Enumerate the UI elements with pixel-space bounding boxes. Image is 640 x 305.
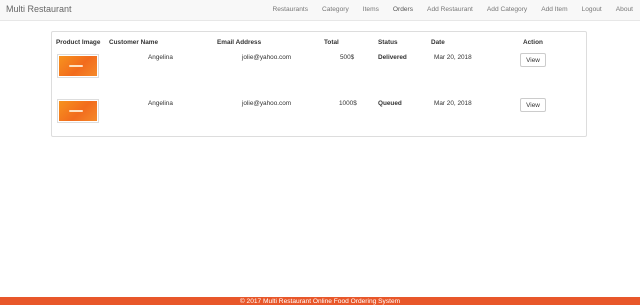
header-customer-name: Customer Name (109, 39, 159, 46)
header-action: Action (523, 39, 543, 46)
nav-menu: Restaurants Category Items Orders Add Re… (265, 0, 640, 20)
order-total: 500$ (340, 54, 355, 61)
brand-link[interactable]: Multi Restaurant (6, 4, 72, 14)
header-status: Status (378, 39, 398, 46)
order-total: 1000$ (339, 100, 357, 107)
customer-name: Angelina (148, 100, 173, 107)
header-email-address: Email Address (217, 39, 262, 46)
order-date: Mar 20, 2018 (434, 54, 472, 61)
email-address: jolie@yahoo.com (242, 54, 292, 61)
nav-item-orders[interactable]: Orders (386, 0, 420, 20)
nav-item-add-restaurant[interactable]: Add Restaurant (420, 0, 480, 20)
nav-item-add-item[interactable]: Add Item (534, 0, 574, 20)
nav-item-about[interactable]: About (609, 0, 640, 20)
food-banner-image (59, 56, 97, 76)
view-button[interactable]: View (520, 53, 546, 67)
nav-item-logout[interactable]: Logout (575, 0, 609, 20)
nav-item-category[interactable]: Category (315, 0, 356, 20)
product-image (57, 99, 99, 123)
header-product-image: Product Image (56, 39, 101, 46)
footer: © 2017 Multi Restaurant Online Food Orde… (0, 297, 640, 305)
order-status: Delivered (378, 54, 407, 61)
nav-item-items[interactable]: Items (356, 0, 386, 20)
order-status: Queued (378, 100, 402, 107)
email-address: jolie@yahoo.com (242, 100, 292, 107)
navbar: Multi Restaurant Restaurants Category It… (0, 0, 640, 21)
header-date: Date (431, 39, 445, 46)
header-total: Total (324, 39, 339, 46)
nav-item-restaurants[interactable]: Restaurants (265, 0, 315, 20)
food-banner-image (59, 101, 97, 121)
nav-item-add-category[interactable]: Add Category (480, 0, 534, 20)
customer-name: Angelina (148, 54, 173, 61)
orders-table-panel: Product Image Customer Name Email Addres… (51, 31, 587, 137)
product-image (57, 54, 99, 78)
order-date: Mar 20, 2018 (434, 100, 472, 107)
view-button[interactable]: View (520, 98, 546, 112)
